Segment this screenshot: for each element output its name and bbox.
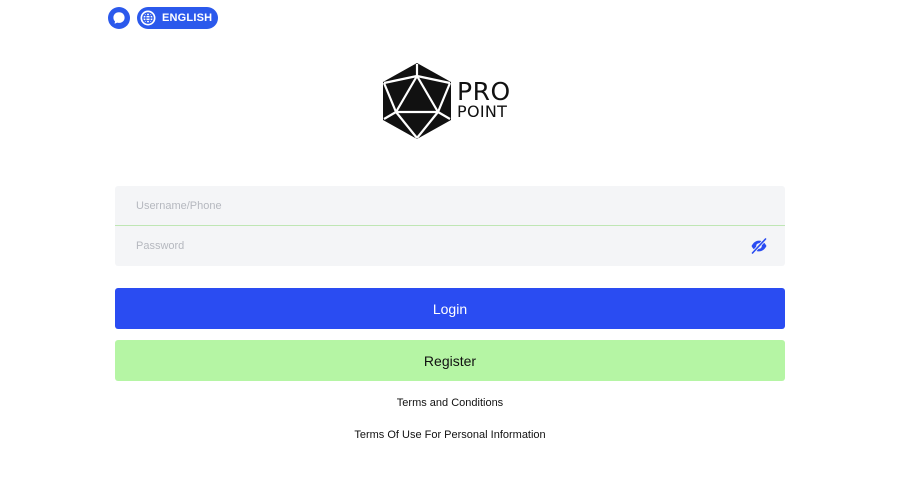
chat-bubble-icon	[113, 12, 125, 24]
language-selector[interactable]: ENGLISH	[137, 7, 219, 29]
globe-icon	[140, 10, 156, 26]
password-input[interactable]	[134, 239, 738, 253]
login-form	[115, 186, 785, 266]
username-input[interactable]	[134, 198, 738, 213]
privacy-terms-link[interactable]: Terms Of Use For Personal Information	[0, 429, 900, 441]
login-page: ENGLISH PRO POINT Username/Phone Login R…	[0, 0, 900, 500]
register-button[interactable]: Register	[115, 340, 785, 381]
password-field-row	[115, 226, 785, 266]
terms-link[interactable]: Terms and Conditions	[0, 397, 900, 409]
d20-dice-icon	[382, 63, 452, 139]
top-controls: ENGLISH	[108, 7, 219, 29]
brand-name-line1: PRO	[457, 76, 511, 106]
eye-slash-icon[interactable]	[750, 237, 768, 255]
brand-wordmark: PRO POINT	[457, 79, 511, 120]
brand-name-line2: POINT	[457, 101, 508, 121]
login-button[interactable]: Login	[115, 288, 785, 329]
username-field-row	[115, 186, 785, 226]
language-label: ENGLISH	[162, 12, 213, 24]
brand-logo: PRO POINT	[381, 62, 511, 140]
support-chat-button[interactable]	[108, 7, 130, 29]
